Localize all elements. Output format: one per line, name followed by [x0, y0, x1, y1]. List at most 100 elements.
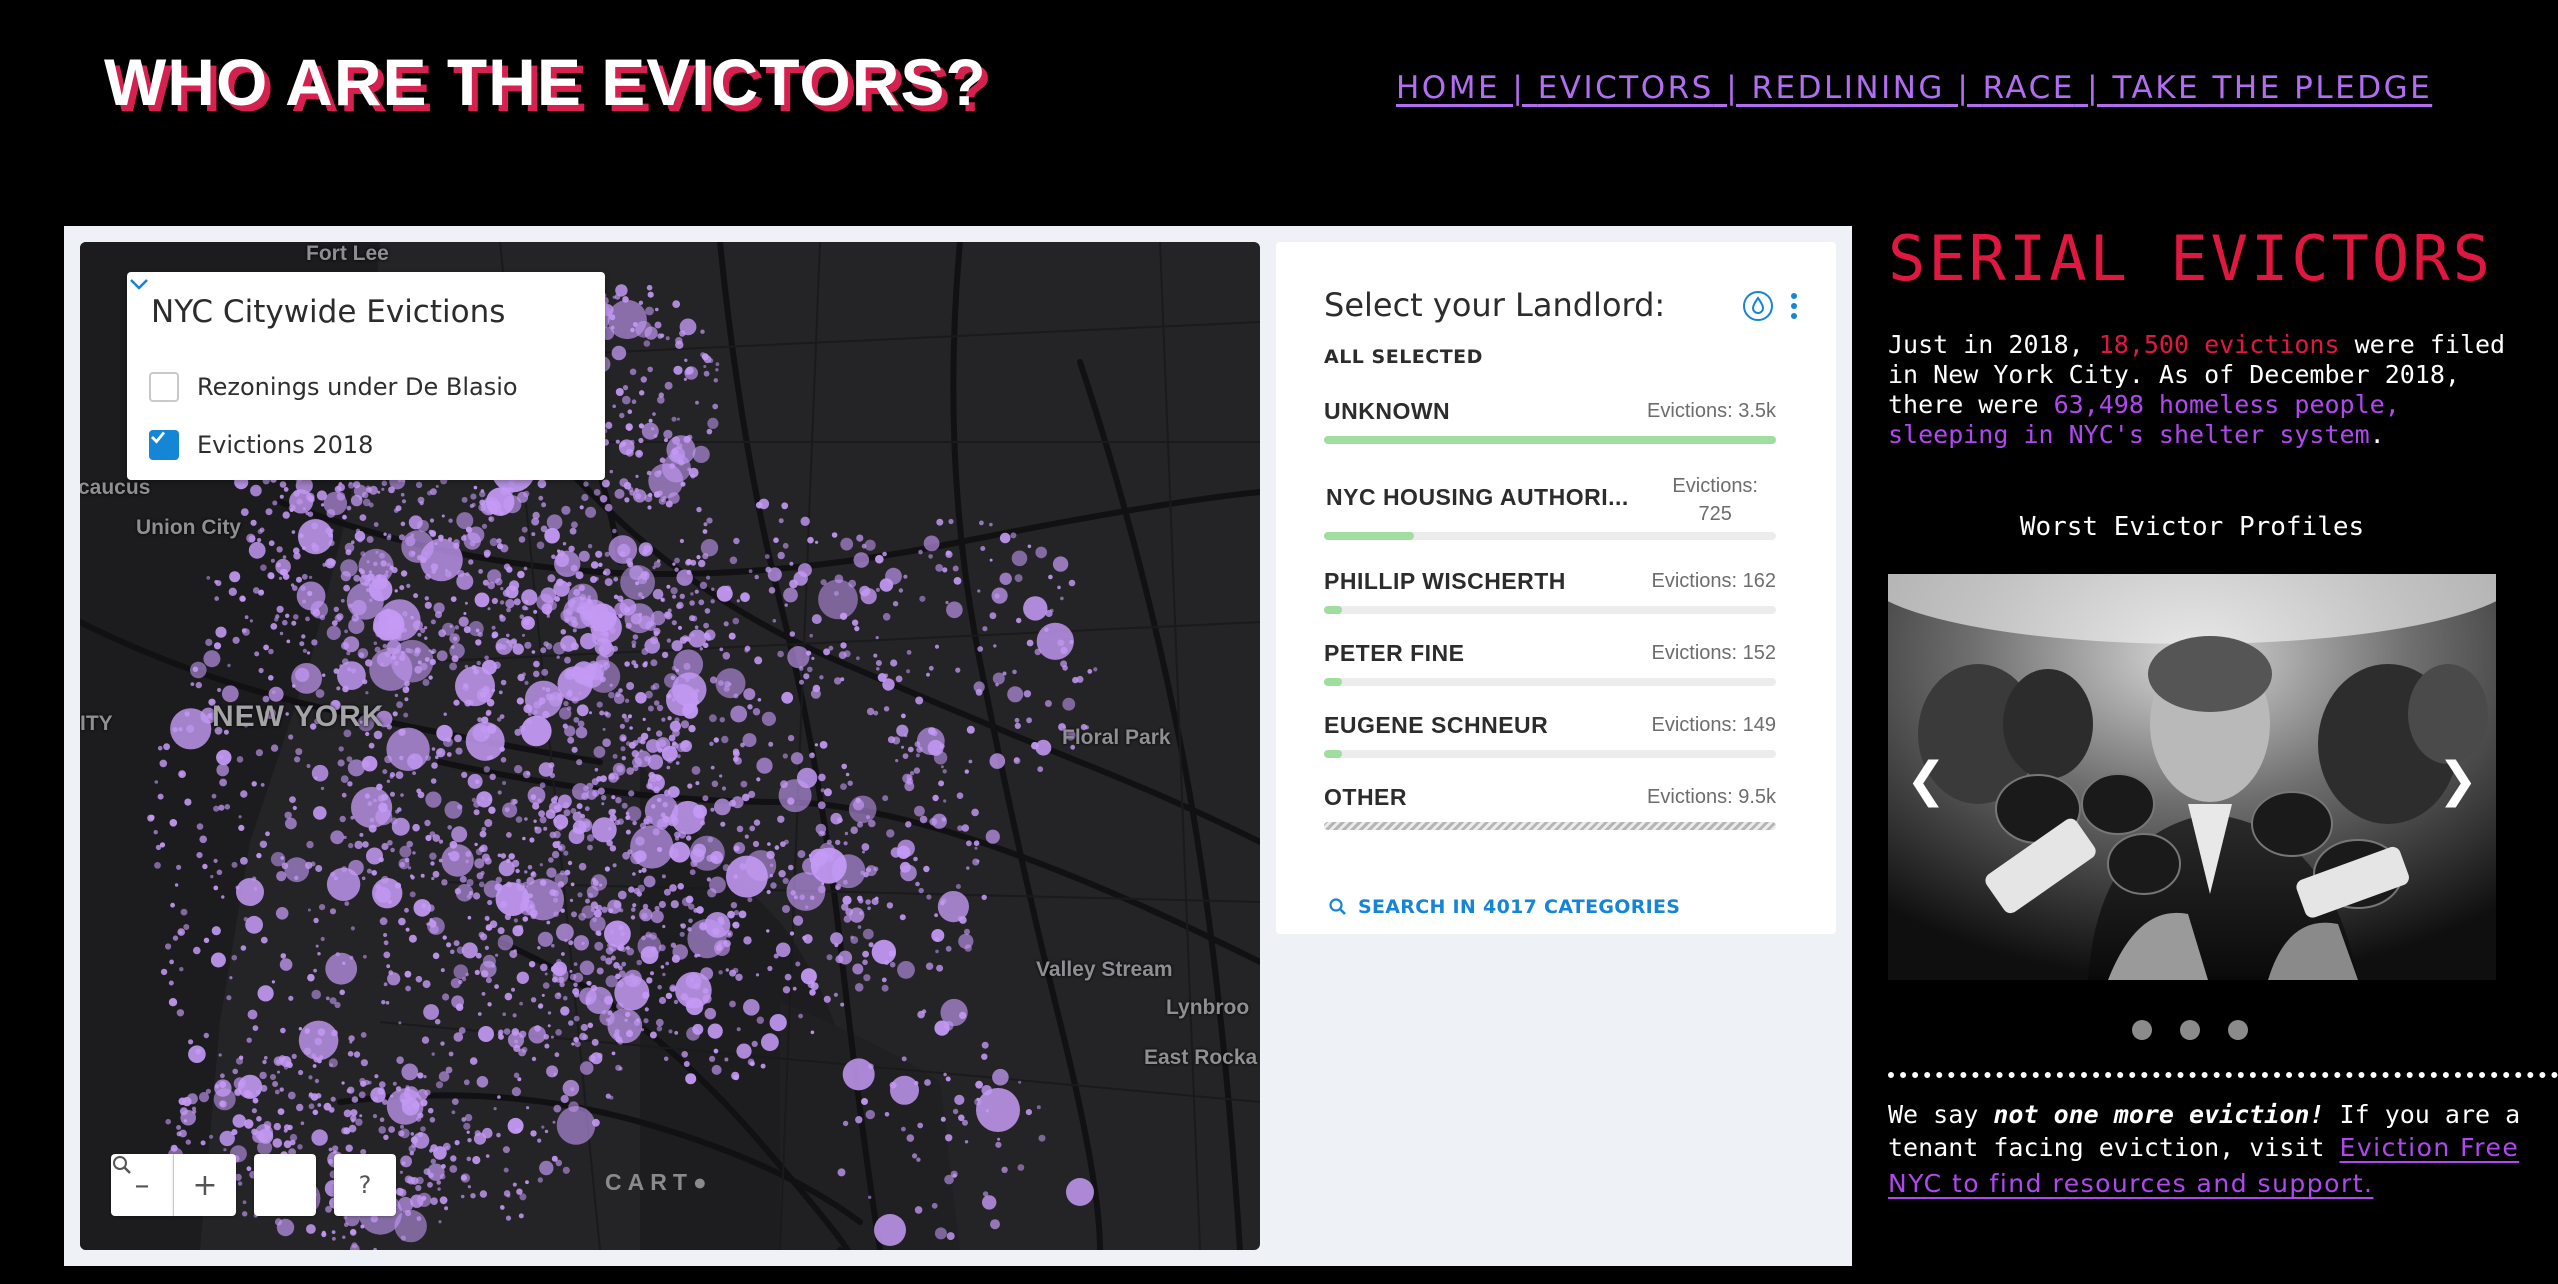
eviction-point [260, 564, 267, 571]
zoom-in-button[interactable]: + [174, 1154, 236, 1216]
eviction-point [621, 802, 628, 809]
eviction-point [387, 533, 392, 538]
eviction-point [974, 846, 978, 850]
eviction-point [815, 540, 819, 544]
eviction-point [915, 696, 924, 705]
eviction-point [757, 698, 762, 702]
carousel-dot[interactable] [2180, 1020, 2200, 1040]
eviction-point [564, 656, 571, 664]
eviction-point [566, 668, 574, 677]
eviction-point [760, 1063, 766, 1069]
nav-evictors-link[interactable]: EVICTORS [1538, 70, 1714, 106]
layer-selector-title[interactable]: NYC Citywide Evictions [151, 294, 505, 330]
eviction-point [527, 786, 546, 805]
carousel-dot[interactable] [2132, 1020, 2152, 1040]
eviction-point [715, 668, 746, 699]
eviction-point [453, 542, 460, 549]
more-options-icon[interactable] [1788, 290, 1800, 322]
nav-take-the-pledge-link[interactable]: TAKE THE PLEDGE [2112, 70, 2432, 106]
eviction-point [342, 514, 347, 520]
eviction-point [639, 749, 643, 753]
map-help-button[interactable]: ? [334, 1154, 396, 1216]
eviction-point [601, 906, 608, 913]
all-selected-label[interactable]: ALL SELECTED [1324, 346, 1483, 368]
eviction-point [502, 781, 507, 785]
evictor-profile-carousel[interactable]: ❮ ❯ [1888, 574, 2496, 980]
carousel-next-button[interactable]: ❯ [2438, 752, 2478, 808]
eviction-point [855, 797, 861, 803]
eviction-point [424, 601, 432, 609]
eviction-point [249, 619, 253, 623]
color-drop-icon[interactable] [1742, 290, 1774, 322]
eviction-point [359, 497, 363, 501]
eviction-point [946, 1232, 955, 1241]
carousel-dot[interactable] [2228, 1020, 2248, 1040]
map-search-button[interactable] [113, 1154, 316, 1216]
eviction-point [179, 772, 184, 776]
nav-race-link[interactable]: RACE [1983, 70, 2075, 106]
layer-checkbox[interactable] [149, 372, 179, 402]
category-row-peter-fine[interactable]: PETER FINE Evictions: 152 [1324, 640, 1776, 690]
eviction-point [613, 576, 619, 582]
category-row-nyc-housing-authority[interactable]: NYC HOUSING AUTHORI... Evictions: 725 [1324, 472, 1776, 542]
eviction-point [767, 965, 773, 972]
eviction-point [506, 633, 510, 638]
carousel-prev-button[interactable]: ❮ [1906, 752, 1946, 808]
eviction-point [566, 690, 573, 697]
eviction-point [686, 1026, 700, 1041]
eviction-map[interactable]: Fort Lee caucus Union City NEW YORK ITY … [80, 242, 1260, 1250]
category-row-phillip-wischerth[interactable]: PHILLIP WISCHERTH Evictions: 162 [1324, 568, 1776, 618]
eviction-point [537, 946, 541, 950]
eviction-point [1062, 697, 1076, 711]
search-categories-button[interactable]: SEARCH IN 4017 CATEGORIES [1328, 896, 1680, 918]
layer-toggle-rezonings[interactable]: Rezonings under De Blasio [149, 370, 518, 404]
eviction-point [514, 1039, 518, 1044]
eviction-point [875, 636, 879, 640]
eviction-point [430, 778, 437, 784]
eviction-point [271, 690, 276, 695]
eviction-point [883, 706, 890, 712]
eviction-point [454, 734, 462, 743]
eviction-point [410, 533, 415, 538]
nav-home-link[interactable]: HOME [1396, 70, 1500, 106]
eviction-point [945, 600, 949, 605]
eviction-point [612, 863, 617, 868]
eviction-point [688, 629, 707, 648]
nav-redlining-link[interactable]: REDLINING [1752, 70, 1945, 106]
eviction-point [961, 824, 970, 832]
eviction-point [923, 535, 940, 552]
eviction-point [654, 905, 660, 912]
eviction-point [1072, 676, 1079, 684]
eviction-point [491, 688, 496, 693]
eviction-point [661, 874, 666, 879]
eviction-point [756, 777, 761, 782]
eviction-point [560, 635, 577, 652]
eviction-point [800, 968, 817, 985]
eviction-point [620, 746, 626, 752]
category-bar-track [1324, 822, 1776, 830]
category-row-eugene-schneur[interactable]: EUGENE SCHNEUR Evictions: 149 [1324, 712, 1776, 762]
eviction-point [902, 753, 909, 759]
eviction-point [1007, 686, 1024, 703]
eviction-point [379, 1117, 385, 1122]
eviction-point [764, 554, 770, 559]
category-row-other[interactable]: OTHER Evictions: 9.5k [1324, 784, 1776, 834]
eviction-point [396, 1056, 404, 1064]
eviction-point [862, 950, 869, 958]
eviction-point [636, 860, 641, 864]
layer-toggle-evictions-2018[interactable]: Evictions 2018 [149, 428, 373, 462]
eviction-point [308, 1075, 313, 1080]
eviction-point [476, 872, 484, 880]
category-row-unknown[interactable]: UNKNOWN Evictions: 3.5k [1324, 398, 1776, 448]
eviction-point [715, 362, 720, 367]
layer-checkbox-checked[interactable] [149, 430, 179, 460]
chevron-down-icon[interactable] [127, 272, 151, 296]
category-bar-track [1324, 678, 1776, 686]
eviction-point [519, 614, 525, 619]
eviction-point [562, 542, 567, 546]
eviction-point [438, 839, 444, 844]
eviction-point [579, 505, 584, 510]
evictor-press-photo[interactable] [1888, 574, 2496, 980]
eviction-point [453, 699, 460, 706]
eviction-point [371, 870, 378, 876]
